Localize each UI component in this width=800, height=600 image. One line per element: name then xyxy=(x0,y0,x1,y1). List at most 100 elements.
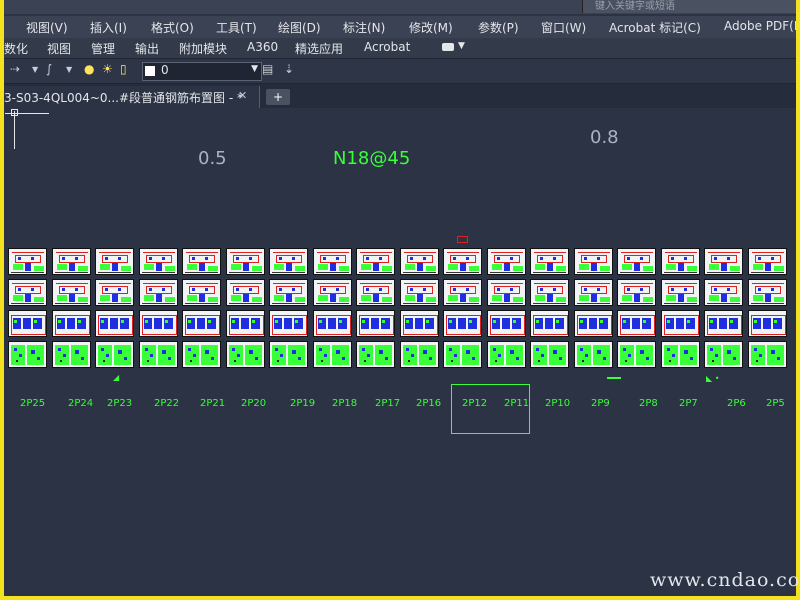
drawing-sheet-thumbnail[interactable] xyxy=(443,310,482,337)
drawing-sheet-thumbnail[interactable] xyxy=(312,341,352,368)
drawing-sheet-thumbnail[interactable] xyxy=(704,248,743,275)
drawing-sheet-thumbnail[interactable] xyxy=(138,279,178,306)
drawing-sheet-thumbnail[interactable] xyxy=(399,341,439,368)
drawing-sheet-thumbnail[interactable] xyxy=(617,341,656,368)
drawing-sheet-thumbnail[interactable] xyxy=(399,248,439,275)
layer-properties-icon[interactable]: ▤ xyxy=(262,62,273,76)
drawing-sheet-thumbnail[interactable] xyxy=(399,279,439,306)
drawing-sheet-thumbnail[interactable] xyxy=(704,310,743,337)
drawing-sheet-thumbnail[interactable] xyxy=(573,248,613,275)
ribbon-tab-addins[interactable]: 附加模块 xyxy=(179,40,227,57)
drawing-sheet-thumbnail[interactable] xyxy=(443,341,482,368)
ribbon-tab-output[interactable]: 输出 xyxy=(135,40,159,57)
drawing-sheet-thumbnail[interactable] xyxy=(269,341,308,368)
drawing-sheet-thumbnail[interactable] xyxy=(95,341,134,368)
drawing-sheet-thumbnail[interactable] xyxy=(8,248,47,275)
drawing-sheet-thumbnail[interactable] xyxy=(573,310,613,337)
menu-adobe-pdf[interactable]: Adobe PDF(B xyxy=(724,19,796,33)
drawing-sheet-thumbnail[interactable] xyxy=(225,248,265,275)
drawing-sheet-thumbnail[interactable] xyxy=(530,248,569,275)
drawing-sheet-thumbnail[interactable] xyxy=(356,341,395,368)
chevron-down-icon[interactable]: ▼ xyxy=(251,64,258,74)
drawing-sheet-thumbnail[interactable] xyxy=(660,341,700,368)
layer-lock-icon[interactable]: ▯ xyxy=(120,62,127,76)
drawing-sheet-thumbnail[interactable] xyxy=(573,279,613,306)
drawing-sheet-thumbnail[interactable] xyxy=(530,279,569,306)
drawing-sheet-thumbnail[interactable] xyxy=(747,341,787,368)
drawing-sheet-thumbnail[interactable] xyxy=(182,341,221,368)
layer-on-icon[interactable]: ● xyxy=(84,62,94,76)
menu-parametric[interactable]: 参数(P) xyxy=(478,19,519,36)
ribbon-toggle-icon[interactable] xyxy=(442,43,454,51)
drawing-sheet-thumbnail[interactable] xyxy=(530,341,569,368)
drawing-sheet-thumbnail[interactable] xyxy=(95,310,134,337)
redo-icon[interactable]: ⇢ xyxy=(10,62,20,76)
drawing-sheet-thumbnail[interactable] xyxy=(225,310,265,337)
drawing-sheet-thumbnail[interactable] xyxy=(399,310,439,337)
drawing-sheet-thumbnail[interactable] xyxy=(8,341,47,368)
ribbon-tab-acrobat[interactable]: Acrobat xyxy=(364,40,410,54)
toolbar-overflow-icon[interactable]: ⇣ xyxy=(284,62,294,76)
drawing-sheet-thumbnail[interactable] xyxy=(704,279,743,306)
menu-view[interactable]: 视图(V) xyxy=(26,19,68,36)
drawing-sheet-thumbnail[interactable] xyxy=(269,248,308,275)
menu-tools[interactable]: 工具(T) xyxy=(216,19,257,36)
drawing-sheet-thumbnail[interactable] xyxy=(182,310,221,337)
drawing-sheet-thumbnail[interactable] xyxy=(530,310,569,337)
drawing-sheet-thumbnail[interactable] xyxy=(138,341,178,368)
drawing-sheet-thumbnail[interactable] xyxy=(269,279,308,306)
menu-acrobat-markup[interactable]: Acrobat 标记(C) xyxy=(609,19,701,36)
ribbon-dropdown-icon[interactable]: ▼ xyxy=(458,41,465,51)
drawing-sheet-thumbnail[interactable] xyxy=(486,310,526,337)
drawing-sheet-thumbnail[interactable] xyxy=(443,248,482,275)
drawing-sheet-thumbnail[interactable] xyxy=(138,248,178,275)
menu-format[interactable]: 格式(O) xyxy=(151,19,194,36)
drawing-sheet-thumbnail[interactable] xyxy=(660,248,700,275)
ribbon-tab-a360[interactable]: A360 xyxy=(247,40,278,54)
drawing-sheet-thumbnail[interactable] xyxy=(617,279,656,306)
drawing-sheet-thumbnail[interactable] xyxy=(312,310,352,337)
drawing-sheet-thumbnail[interactable] xyxy=(660,310,700,337)
drawing-sheet-thumbnail[interactable] xyxy=(747,279,787,306)
drawing-sheet-thumbnail[interactable] xyxy=(95,248,134,275)
menu-insert[interactable]: 插入(I) xyxy=(90,19,127,36)
close-tab-icon[interactable]: ✕ xyxy=(238,89,247,102)
drawing-sheet-thumbnail[interactable] xyxy=(356,279,395,306)
drawing-sheet-thumbnail[interactable] xyxy=(617,248,656,275)
polyline-icon[interactable]: ∫ xyxy=(46,62,52,76)
drawing-sheet-thumbnail[interactable] xyxy=(138,310,178,337)
ribbon-tab-featured-apps[interactable]: 精选应用 xyxy=(295,40,343,57)
drawing-sheet-thumbnail[interactable] xyxy=(312,279,352,306)
drawing-sheet-thumbnail[interactable] xyxy=(8,279,47,306)
drawing-sheet-thumbnail[interactable] xyxy=(486,341,526,368)
drawing-sheet-thumbnail[interactable] xyxy=(486,248,526,275)
drawing-sheet-thumbnail[interactable] xyxy=(443,279,482,306)
drawing-sheet-thumbnail[interactable] xyxy=(51,341,91,368)
drawing-sheet-thumbnail[interactable] xyxy=(356,248,395,275)
menu-window[interactable]: 窗口(W) xyxy=(541,19,586,36)
drawing-sheet-thumbnail[interactable] xyxy=(182,279,221,306)
ribbon-tab-digitize[interactable]: 数化 xyxy=(4,40,28,57)
document-tab[interactable]: 3-S03-4QL004~0...#段普通钢筋布置图 - * ✕ xyxy=(4,86,260,108)
drawing-sheet-thumbnail[interactable] xyxy=(573,341,613,368)
drawing-sheet-thumbnail[interactable] xyxy=(8,310,47,337)
drawing-sheet-thumbnail[interactable] xyxy=(269,310,308,337)
drawing-sheet-thumbnail[interactable] xyxy=(747,310,787,337)
drawing-sheet-thumbnail[interactable] xyxy=(747,248,787,275)
ribbon-tab-manage[interactable]: 管理 xyxy=(91,40,115,57)
polyline-dropdown-icon[interactable]: ▼ xyxy=(66,65,72,74)
ribbon-tab-view[interactable]: 视图 xyxy=(47,40,71,57)
drawing-sheet-thumbnail[interactable] xyxy=(225,341,265,368)
drawing-sheet-thumbnail[interactable] xyxy=(95,279,134,306)
drawing-sheet-thumbnail[interactable] xyxy=(51,248,91,275)
search-box[interactable]: 键入关键字或短语 xyxy=(582,0,796,13)
drawing-sheet-thumbnail[interactable] xyxy=(51,279,91,306)
drawing-sheet-thumbnail[interactable] xyxy=(51,310,91,337)
drawing-sheet-thumbnail[interactable] xyxy=(660,279,700,306)
drawing-sheet-thumbnail[interactable] xyxy=(704,341,743,368)
drawing-sheet-thumbnail[interactable] xyxy=(182,248,221,275)
drawing-sheet-thumbnail[interactable] xyxy=(356,310,395,337)
menu-dimension[interactable]: 标注(N) xyxy=(343,19,385,36)
drawing-sheet-thumbnail[interactable] xyxy=(312,248,352,275)
menu-modify[interactable]: 修改(M) xyxy=(409,19,453,36)
